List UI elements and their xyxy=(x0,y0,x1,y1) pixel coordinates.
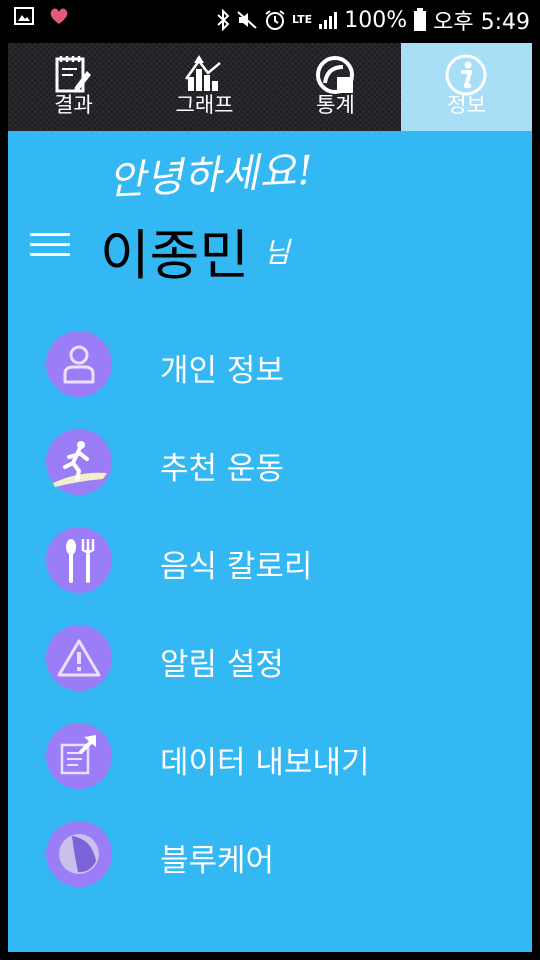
status-bar: LTE 100% 오후 5:49 xyxy=(0,0,540,38)
battery-icon xyxy=(414,8,427,31)
hamburger-menu-icon[interactable] xyxy=(30,233,70,257)
heart-icon xyxy=(50,8,68,24)
app-frame: 결과 그래프 통계 정보 안녕하세요! 이종민 님 개인 정보 추천 운동 음식… xyxy=(8,43,532,952)
bluecare-logo-icon xyxy=(46,821,112,887)
signal-icon xyxy=(319,12,338,29)
tab-graph[interactable]: 그래프 xyxy=(139,43,270,131)
menu-item-notification-settings[interactable]: 알림 설정 xyxy=(8,619,532,717)
menu-item-data-export[interactable]: 데이터 내보내기 xyxy=(8,717,532,815)
tab-bar: 결과 그래프 통계 정보 xyxy=(8,43,532,131)
mute-icon xyxy=(237,11,257,29)
menu-item-recommended-exercise[interactable]: 추천 운동 xyxy=(8,423,532,521)
tab-info-label: 정보 xyxy=(447,93,486,117)
menu-item-bluecare[interactable]: 블루케어 xyxy=(8,815,532,913)
tab-info[interactable]: 정보 xyxy=(401,43,532,131)
menu-item-food-calories[interactable]: 음식 칼로리 xyxy=(8,521,532,619)
menu-item-label: 개인 정보 xyxy=(160,353,284,389)
battery-percent: 100% xyxy=(344,7,408,33)
menu-item-label: 추천 운동 xyxy=(160,451,284,487)
honorific: 님 xyxy=(264,236,290,269)
warning-triangle-icon xyxy=(46,625,112,691)
runner-icon xyxy=(46,429,112,495)
menu-list: 개인 정보 추천 운동 음식 칼로리 알림 설정 데이터 내보내기 블루케어 xyxy=(8,325,532,913)
tab-graph-label: 그래프 xyxy=(175,93,234,117)
menu-item-label: 블루케어 xyxy=(160,843,275,879)
tab-stats-label: 통계 xyxy=(316,93,355,117)
user-name: 이종민 xyxy=(100,224,250,287)
tab-result-label: 결과 xyxy=(54,93,93,117)
tab-result[interactable]: 결과 xyxy=(8,43,139,131)
menu-item-label: 음식 칼로리 xyxy=(160,549,313,585)
tab-stats[interactable]: 통계 xyxy=(270,43,401,131)
menu-item-label: 데이터 내보내기 xyxy=(160,745,370,781)
greeting-text: 안녕하세요! xyxy=(107,147,316,205)
bluetooth-icon xyxy=(217,9,230,31)
lte-indicator: LTE xyxy=(291,13,313,26)
export-document-icon xyxy=(46,723,112,789)
person-icon xyxy=(46,331,112,397)
clock: 오후 5:49 xyxy=(433,10,530,35)
menu-item-personal-info[interactable]: 개인 정보 xyxy=(8,325,532,423)
alarm-icon xyxy=(265,10,285,30)
gallery-icon xyxy=(14,7,34,25)
menu-item-label: 알림 설정 xyxy=(160,647,284,683)
spoon-fork-icon xyxy=(46,527,112,593)
